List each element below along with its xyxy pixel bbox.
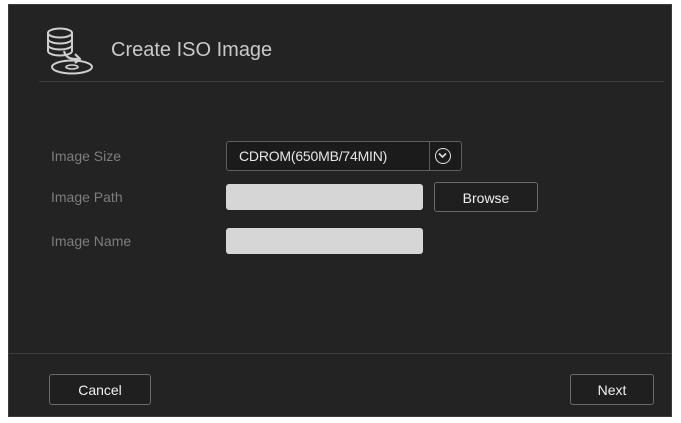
- create-iso-dialog: Create ISO Image Image Size CDROM(650MB/…: [8, 4, 672, 417]
- dialog-header: Create ISO Image: [9, 5, 671, 82]
- image-name-label: Image Name: [51, 233, 132, 249]
- image-path-label: Image Path: [51, 189, 123, 205]
- image-path-input[interactable]: [226, 184, 423, 210]
- browse-button[interactable]: Browse: [434, 182, 538, 212]
- cancel-button[interactable]: Cancel: [49, 374, 151, 405]
- image-name-input[interactable]: [226, 228, 423, 254]
- image-size-selected-value: CDROM(650MB/74MIN): [239, 148, 388, 164]
- disc-image-create-icon: [42, 25, 98, 77]
- header-divider: [39, 81, 664, 82]
- image-size-select[interactable]: CDROM(650MB/74MIN): [226, 141, 462, 171]
- next-button[interactable]: Next: [570, 374, 654, 405]
- footer-divider: [9, 353, 671, 354]
- chevron-down-circle-icon[interactable]: [435, 148, 451, 164]
- dialog-title: Create ISO Image: [111, 39, 273, 61]
- image-size-label: Image Size: [51, 148, 122, 164]
- select-divider: [429, 142, 430, 170]
